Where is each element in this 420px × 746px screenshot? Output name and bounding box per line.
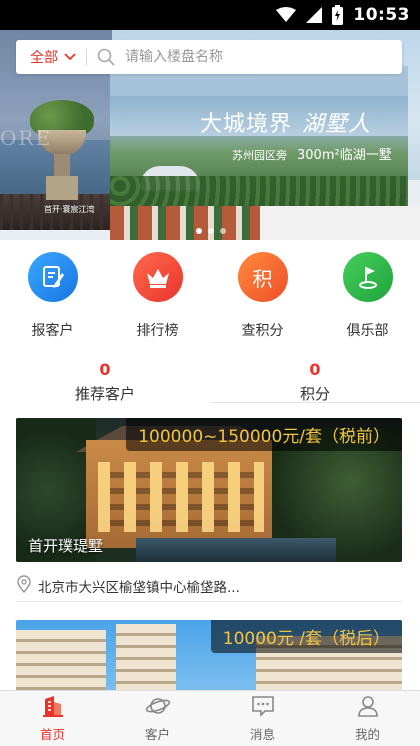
tab-label: 首页 [39, 727, 65, 742]
banner-headline-main: 大城境界 [200, 112, 293, 137]
tab-me[interactable]: 我的 [315, 691, 420, 746]
shortcut-club[interactable]: 俱乐部 [315, 252, 420, 342]
banner-subline-area: 300m²临湖一墅 [297, 148, 392, 163]
signal-icon [306, 7, 323, 23]
search-input[interactable] [125, 49, 365, 65]
stat-value: 0 [99, 360, 111, 379]
banner-headline: 大城境界 湖墅人 [200, 106, 371, 138]
listing-address: 北京市大兴区榆垡镇中心榆垡路... [38, 579, 240, 596]
stat-caption: 积分 [299, 385, 330, 403]
banner-left-caption: 首开·寰宸江湾 [44, 205, 95, 214]
banner-ghost-text: ORE [0, 126, 53, 150]
user-icon [356, 694, 380, 722]
banner-subline: 苏州园区旁 300m²临湖一墅 [232, 144, 392, 163]
home-building-icon [41, 694, 65, 722]
stat-caption: 推荐客户 [74, 385, 135, 403]
wifi-icon [276, 7, 297, 23]
listing-card-image[interactable]: 100000~150000元/套（税前） 首开璞瑅墅 [16, 418, 402, 562]
listing-name: 首开璞瑅墅 [28, 537, 104, 555]
listing-address-row[interactable]: 北京市大兴区榆垡镇中心榆垡路... [16, 570, 402, 602]
document-edit-icon [27, 252, 78, 302]
shortcut-label: 查积分 [241, 323, 284, 339]
tab-label: 客户 [144, 727, 170, 742]
shortcut-label: 俱乐部 [346, 323, 389, 339]
clock-time: 10:53 [353, 5, 410, 25]
points-icon: 积 [237, 252, 288, 302]
planet-icon [145, 694, 171, 722]
urn-image [30, 100, 94, 200]
shortcut-label: 排行榜 [136, 323, 179, 339]
carousel-dots [196, 228, 226, 234]
banner-subline-text: 苏州园区旁 [232, 149, 287, 162]
carousel-dot[interactable] [208, 228, 214, 234]
carousel-dot[interactable] [220, 228, 226, 234]
tab-label: 我的 [354, 727, 380, 742]
message-icon [250, 694, 276, 722]
stat-value: 0 [309, 360, 321, 379]
stat-recommended-clients[interactable]: 0 推荐客户 [0, 360, 210, 406]
shortcut-leaderboard[interactable]: 排行榜 [105, 252, 210, 342]
battery-charging-icon [332, 5, 344, 25]
listing-card-image[interactable]: 10000元 /套（税后） [16, 620, 402, 696]
banner-headline-script: 湖墅人 [302, 112, 372, 137]
shortcut-report-client[interactable]: 报客户 [0, 252, 105, 342]
golf-flag-icon [342, 252, 393, 302]
points-glyph: 积 [252, 266, 273, 291]
chevron-down-icon [64, 49, 76, 65]
location-pin-icon [16, 574, 32, 597]
stats-row: 0 推荐客户 0 积分 [0, 360, 420, 406]
status-bar: 10:53 [0, 0, 420, 30]
search-bar: 全部 [16, 40, 402, 74]
tab-home[interactable]: 首页 [0, 691, 105, 746]
tab-label: 消息 [249, 727, 275, 742]
shortcut-grid: 报客户 排行榜 积 查积分 俱乐部 [0, 252, 420, 342]
stat-points[interactable]: 0 积分 [210, 360, 420, 406]
bottom-tab-bar: 首页 客户 消息 我的 [0, 690, 420, 746]
listing-price-badge: 10000元 /套（税后） [210, 620, 402, 653]
search-icon[interactable] [97, 48, 115, 66]
listing-price-badge: 100000~150000元/套（税前） [126, 418, 402, 451]
carousel-dot[interactable] [196, 228, 202, 234]
search-scope-dropdown[interactable]: 全部 [16, 47, 86, 67]
banner-villas-strip [110, 206, 260, 240]
tab-messages[interactable]: 消息 [210, 691, 315, 746]
shortcut-label: 报客户 [31, 323, 74, 339]
app-screen: 10:53 ORE 首开·寰宸江湾 大城境界 湖墅人 苏州园区旁 300m²临湖一墅 [0, 0, 420, 746]
tab-clients[interactable]: 客户 [105, 691, 210, 746]
shortcut-check-points[interactable]: 积 查积分 [210, 252, 315, 342]
crown-icon [132, 252, 183, 302]
search-scope-label: 全部 [30, 50, 58, 66]
